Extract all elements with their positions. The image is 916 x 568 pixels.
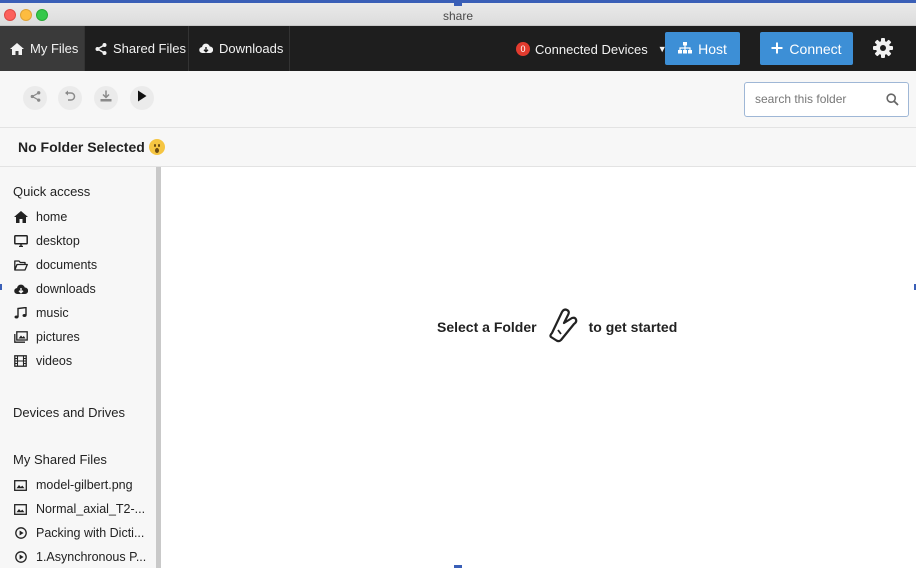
tab-label: My Files	[30, 41, 79, 56]
search-input[interactable]	[755, 92, 880, 106]
my-shared-files-heading[interactable]: My Shared Files	[13, 452, 107, 467]
gear-icon[interactable]	[872, 37, 894, 59]
shared-file-item[interactable]: Normal_axial_T2-...	[13, 500, 145, 518]
sidebar-item-home[interactable]: home	[13, 208, 67, 226]
connect-button[interactable]: Connect	[760, 32, 853, 65]
folder-toolbar	[0, 71, 916, 128]
window-top-border	[0, 0, 916, 6]
sidebar-item-label: home	[36, 210, 68, 224]
share-icon	[30, 89, 41, 107]
window-title: share	[442, 9, 474, 23]
quick-access-heading: Quick access	[13, 184, 91, 199]
image-icon	[13, 479, 28, 491]
sidebar-item-label: pictures	[36, 330, 80, 344]
download-button[interactable]	[94, 86, 118, 110]
sidebar-item-label: desktop	[36, 234, 80, 248]
sidebar-item-downloads[interactable]: downloads	[13, 280, 96, 298]
connect-label: Connect	[789, 40, 842, 57]
home-icon	[10, 42, 24, 55]
connected-devices-dropdown[interactable]: 0 Connected Devices ▼	[516, 40, 667, 58]
tab-label: Downloads	[219, 41, 284, 56]
undo-icon	[64, 89, 76, 107]
tab-downloads[interactable]: Downloads	[189, 26, 290, 71]
search-icon[interactable]	[886, 93, 899, 111]
folder-header: No Folder Selected	[0, 128, 916, 167]
empty-state-message: Select a Folder to get started	[437, 307, 677, 346]
play-icon	[137, 89, 147, 107]
resize-marker	[454, 0, 462, 6]
home-icon	[13, 211, 28, 223]
share-button[interactable]	[23, 86, 47, 110]
shared-file-item[interactable]: 1.Asynchronous P...	[13, 548, 146, 566]
shared-file-item[interactable]: model-gilbert.png	[13, 476, 133, 494]
connected-devices-label: Connected Devices	[535, 41, 648, 57]
empty-state-prefix: Select a Folder	[437, 318, 537, 335]
play-button[interactable]	[130, 86, 154, 110]
sidebar-item-videos[interactable]: videos	[13, 352, 72, 370]
search-box	[744, 82, 909, 117]
sidebar-item-music[interactable]: music	[13, 304, 69, 322]
devices-drives-heading[interactable]: Devices and Drives	[13, 405, 125, 420]
shared-file-item[interactable]: Packing with Dicti...	[13, 524, 144, 542]
folder-title: No Folder Selected	[18, 139, 145, 155]
host-label: Host	[698, 40, 727, 57]
sidebar-item-documents[interactable]: documents	[13, 256, 97, 274]
tab-shared-files[interactable]: Shared Files	[85, 26, 189, 71]
sidebar-item-label: downloads	[36, 282, 96, 296]
desktop-icon	[13, 235, 28, 247]
hand-pointer-icon	[547, 307, 579, 346]
sidebar-item-pictures[interactable]: pictures	[13, 328, 80, 346]
film-icon	[13, 355, 28, 367]
plus-icon	[771, 41, 783, 57]
shared-file-label: Packing with Dicti...	[36, 526, 145, 540]
sidebar-item-label: documents	[36, 258, 98, 272]
file-view: Select a Folder to get started	[161, 167, 916, 568]
main-navbar: My Files Shared Files Downloads 0 Connec…	[0, 26, 916, 71]
share-icon	[95, 42, 107, 55]
sidebar-item-label: music	[36, 306, 69, 320]
connected-count-badge: 0	[516, 42, 530, 56]
host-button[interactable]: Host	[665, 32, 740, 65]
music-icon	[13, 307, 28, 319]
sidebar-item-label: videos	[36, 354, 73, 368]
download-icon	[100, 89, 112, 107]
cloud-download-icon	[13, 284, 28, 295]
shared-file-label: model-gilbert.png	[36, 478, 133, 492]
sidebar: Quick access home desktop documents down…	[0, 167, 161, 568]
shared-file-label: Normal_axial_T2-...	[36, 502, 146, 516]
image-icon	[13, 503, 28, 515]
folder-open-icon	[13, 259, 28, 271]
sitemap-icon	[678, 41, 693, 57]
undo-button[interactable]	[58, 86, 82, 110]
astonished-face-icon	[148, 139, 165, 155]
tab-my-files[interactable]: My Files	[0, 26, 85, 71]
resize-marker-left	[0, 284, 2, 290]
window-titlebar: share	[0, 0, 916, 26]
pictures-icon	[13, 331, 28, 343]
play-circle-icon	[13, 527, 28, 539]
cloud-download-icon	[199, 43, 213, 54]
play-circle-icon	[13, 551, 28, 563]
tab-label: Shared Files	[113, 41, 186, 56]
empty-state-suffix: to get started	[588, 318, 678, 335]
sidebar-item-desktop[interactable]: desktop	[13, 232, 80, 250]
shared-file-label: 1.Asynchronous P...	[36, 550, 147, 564]
